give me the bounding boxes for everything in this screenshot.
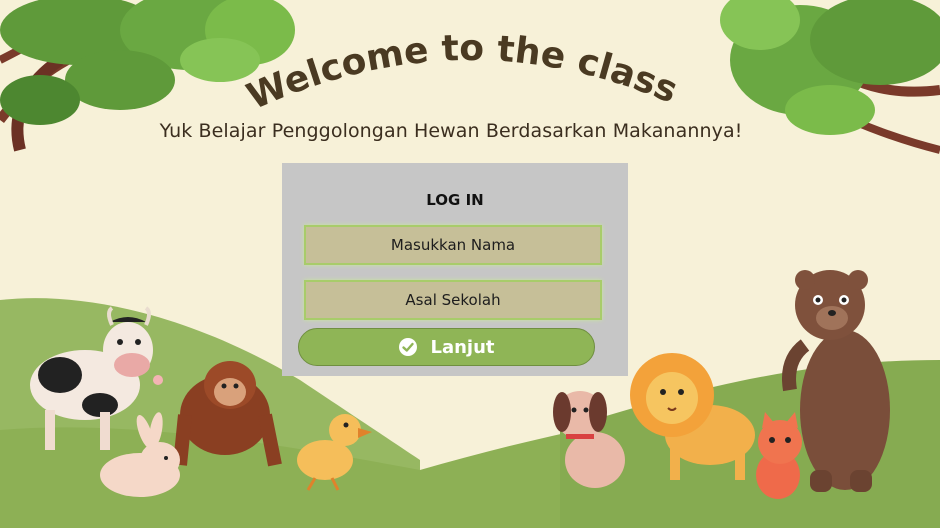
dog-icon	[553, 391, 625, 488]
orangutan-icon	[173, 361, 282, 467]
rabbit-icon	[100, 412, 180, 497]
duck-icon	[297, 414, 372, 491]
cat-icon	[756, 412, 802, 499]
animal-illustrations	[30, 270, 890, 499]
bear-icon	[782, 270, 890, 492]
welcome-screen: Welcome to the class! Yuk Belajar Penggo…	[0, 0, 940, 528]
lion-icon	[630, 353, 755, 480]
